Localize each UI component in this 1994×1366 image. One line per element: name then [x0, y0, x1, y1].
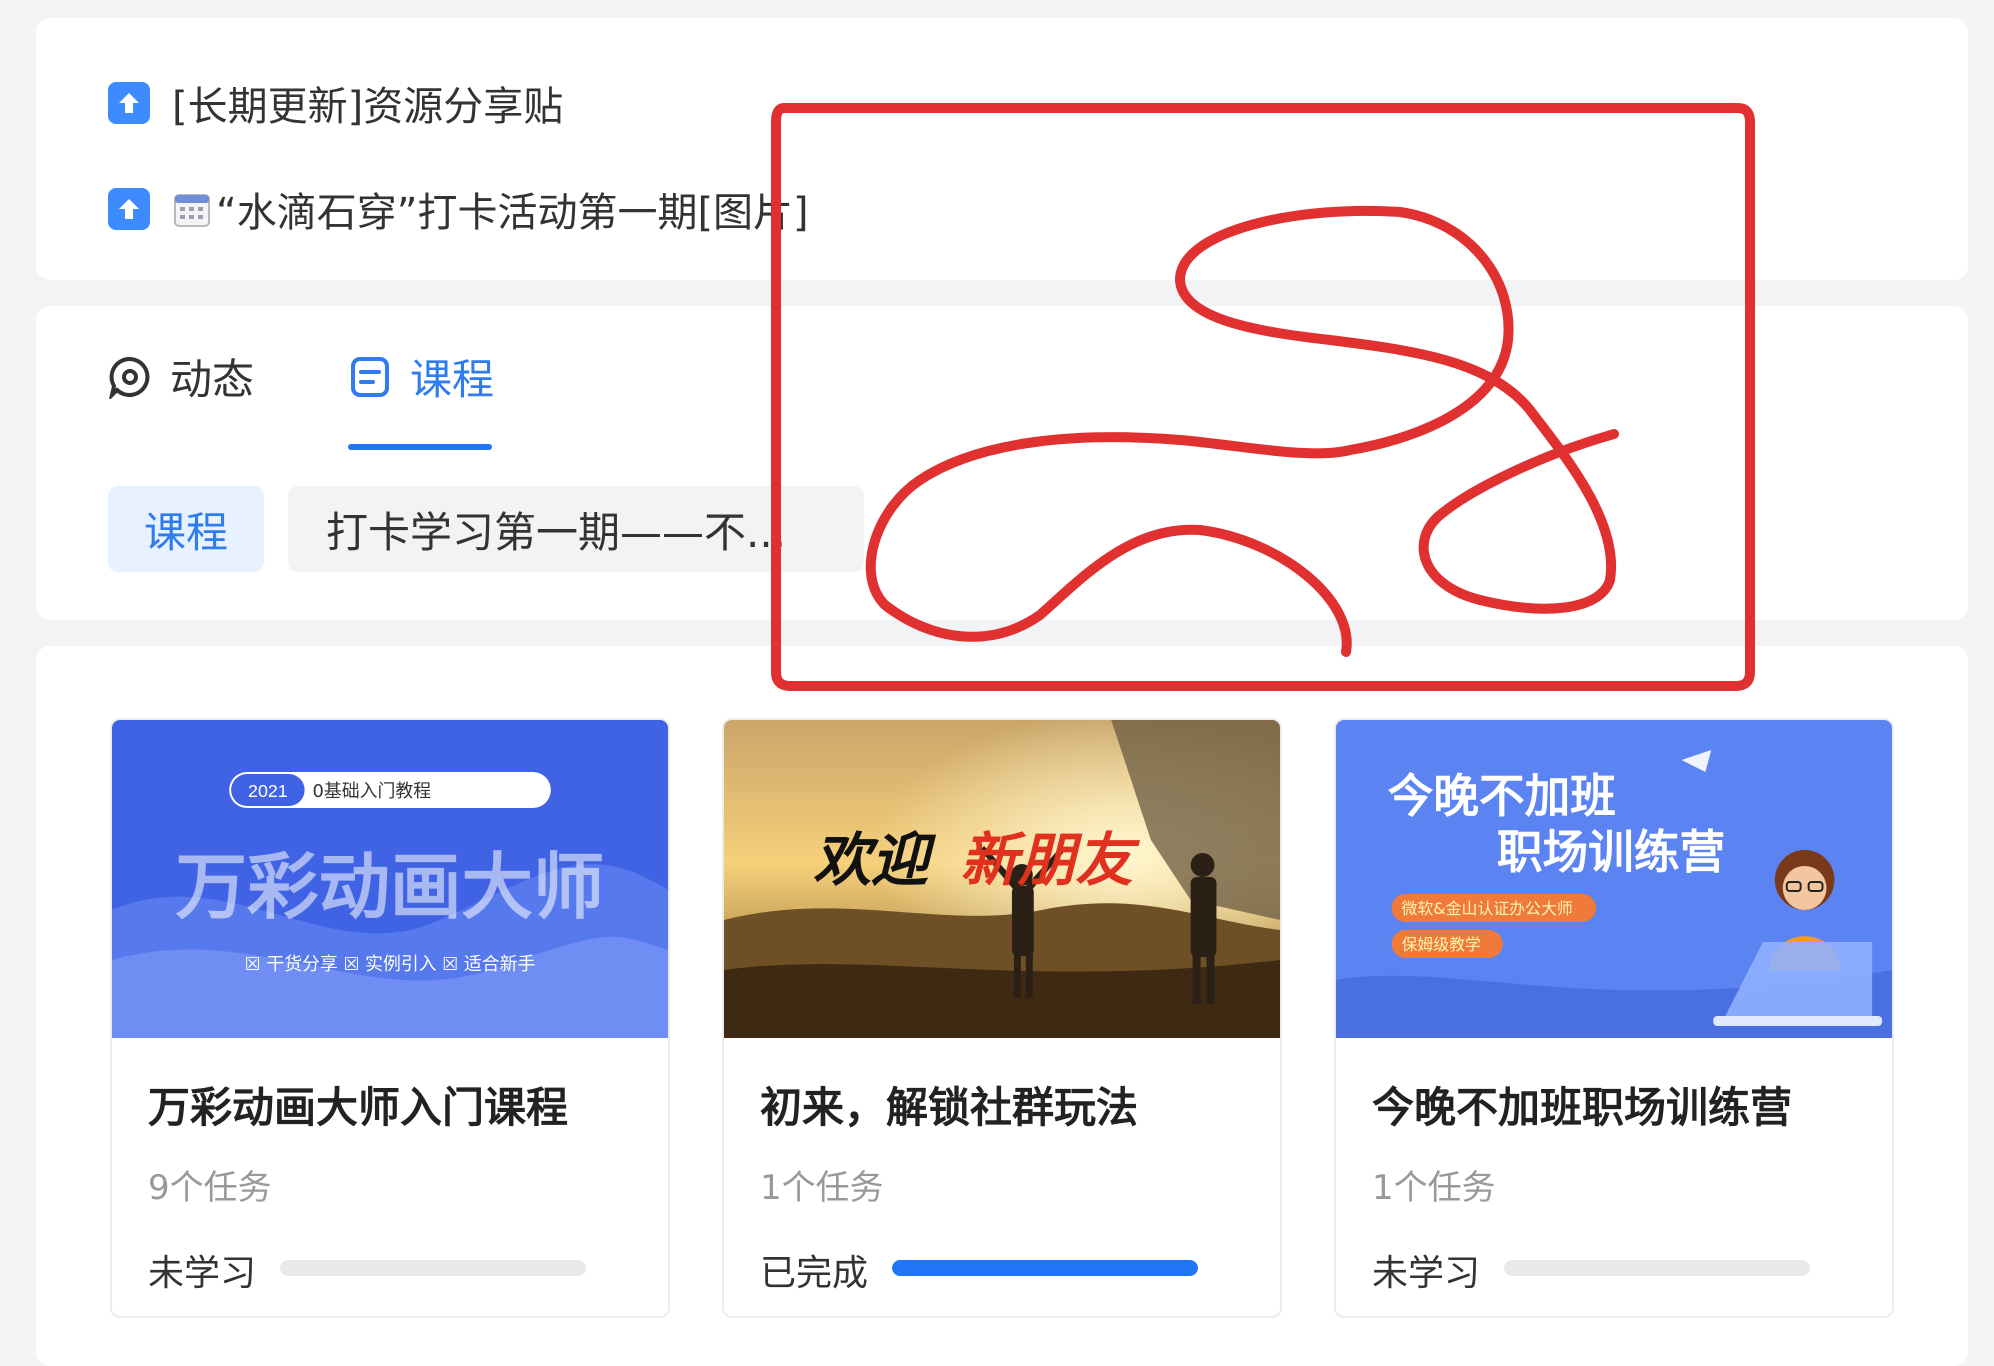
chat-bubble-icon	[109, 356, 150, 399]
course-cover-image: 欢迎 新朋友	[724, 720, 1280, 1038]
filter-chip-checkin[interactable]: 打卡学习第一期——不...	[288, 486, 864, 572]
course-title: 今晚不加班职场训练营	[1372, 1083, 1793, 1132]
course-cover-image: 今晚不加班 职场训练营 微软&金山认证办公大师 保姆级教学	[1336, 720, 1892, 1038]
tab-dynamics[interactable]: 动态	[108, 346, 254, 407]
course-card[interactable]: 欢迎 新朋友 初来，解锁社群玩法 1个任务 已完成	[722, 718, 1282, 1318]
calendar-icon	[174, 194, 210, 227]
active-tab-indicator	[348, 444, 492, 450]
course-title: 万彩动画大师入门课程	[148, 1083, 569, 1132]
course-progress-bar	[892, 1260, 1198, 1276]
course-card[interactable]: 今晚不加班 职场训练营 微软&金山认证办公大师 保姆级教学 今晚不加班职场训练营…	[1334, 718, 1894, 1318]
course-status: 未学习	[148, 1253, 257, 1294]
cover-tags: ☒ 干货分享 ☒ 实例引入 ☒ 适合新手	[245, 954, 536, 975]
pinned-post-title: “水滴石穿”打卡活动第一期[图片]	[216, 190, 809, 236]
course-card[interactable]: 2021 0基础入门教程 万彩动画大师 ☒ 干货分享 ☒ 实例引入 ☒ 适合新手…	[110, 718, 670, 1318]
cover-tag: 微软&金山认证办公大师	[1402, 899, 1573, 918]
course-status: 未学习	[1372, 1253, 1481, 1294]
cover-badge-text: 0基础入门教程	[313, 781, 432, 802]
course-task-count: 1个任务	[1372, 1168, 1496, 1208]
pin-up-arrow-icon	[108, 82, 150, 124]
document-icon	[351, 356, 389, 397]
course-progress-bar	[280, 1260, 586, 1276]
pinned-post[interactable]: [长期更新]资源分享贴	[108, 74, 563, 132]
cover-headline: 职场训练营	[1497, 825, 1725, 879]
cover-headline: 今晚不加班	[1388, 769, 1616, 823]
course-list-card: 2021 0基础入门教程 万彩动画大师 ☒ 干货分享 ☒ 实例引入 ☒ 适合新手…	[36, 646, 1968, 1366]
course-task-count: 9个任务	[148, 1168, 272, 1208]
content-tabs-card: 动态 课程 课程 打卡学习第一期——不...	[36, 306, 1968, 620]
pinned-post[interactable]: “水滴石穿”打卡活动第一期[图片]	[108, 180, 809, 238]
course-cover-image: 2021 0基础入门教程 万彩动画大师 ☒ 干货分享 ☒ 实例引入 ☒ 适合新手	[112, 720, 668, 1038]
cover-tag: 保姆级教学	[1402, 935, 1481, 954]
pinned-posts-card: [长期更新]资源分享贴 “水滴石穿”打卡活动第一期[图片]	[36, 18, 1968, 280]
cover-headline: 欢迎	[813, 826, 936, 894]
tab-label: 动态	[170, 355, 255, 404]
filter-chip-course[interactable]: 课程	[108, 486, 264, 572]
cover-badge-year: 2021	[248, 781, 288, 801]
course-title: 初来，解锁社群玩法	[760, 1083, 1139, 1132]
tab-courses[interactable]: 课程	[348, 346, 494, 407]
course-task-count: 1个任务	[760, 1168, 884, 1208]
tab-label: 课程	[410, 355, 495, 404]
cover-headline: 新朋友	[960, 826, 1140, 894]
course-progress-bar	[1504, 1260, 1810, 1276]
course-status: 已完成	[760, 1253, 869, 1294]
cover-headline: 万彩动画大师	[176, 845, 605, 929]
pinned-post-title: [长期更新]资源分享贴	[172, 84, 564, 130]
pin-up-arrow-icon	[108, 188, 150, 230]
